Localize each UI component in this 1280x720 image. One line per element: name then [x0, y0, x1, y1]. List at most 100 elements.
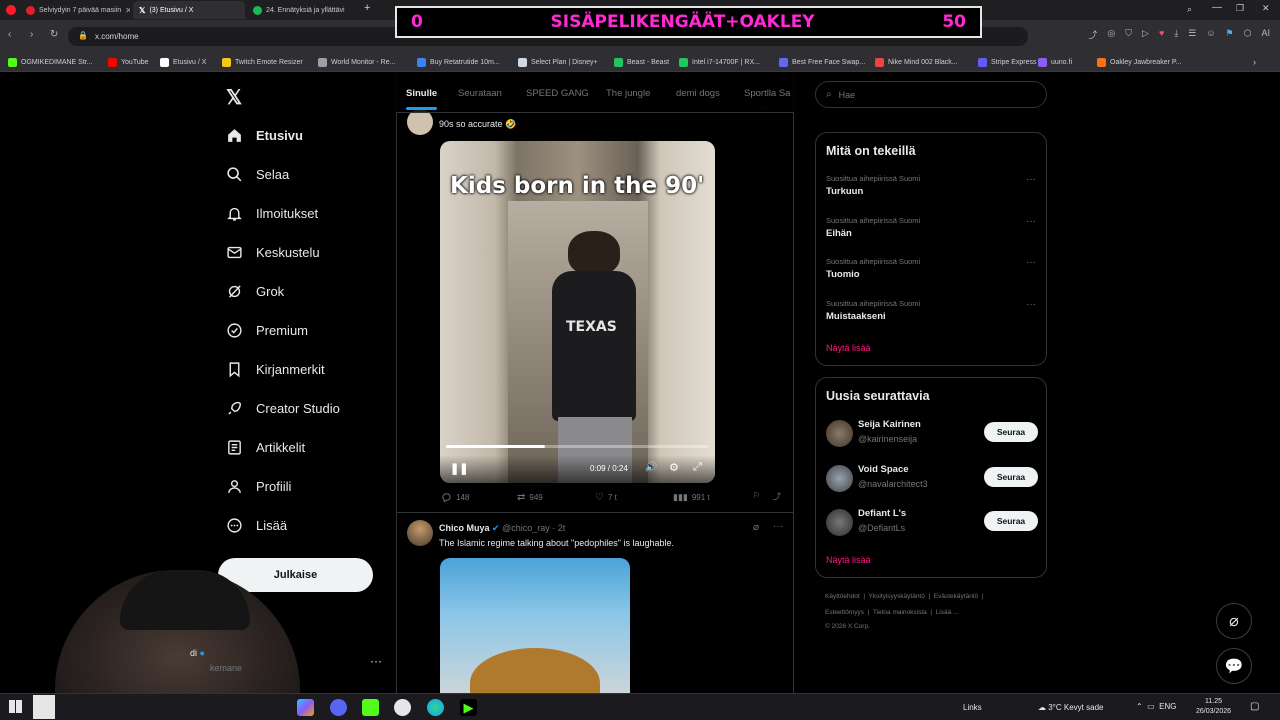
tray-icons[interactable]: ⌃ ▭ ENG — [1136, 702, 1177, 711]
like-button[interactable]: ♡ 7 t — [595, 492, 617, 503]
pause-icon[interactable]: ❚❚ — [450, 462, 468, 475]
timeline-tab[interactable]: The jungle — [606, 88, 650, 99]
edge-icon[interactable] — [427, 699, 444, 716]
trending-show-more[interactable]: Näytä lisää — [826, 343, 871, 353]
back-icon[interactable]: ‹ — [8, 29, 11, 40]
weather[interactable]: ☁ 3°C Kevyt sade — [1038, 703, 1103, 712]
notification-icon[interactable]: ▢ — [1250, 701, 1259, 712]
bookmark-item[interactable]: World Monitor - Re... — [318, 54, 395, 70]
ai-icon[interactable]: AI — [1261, 28, 1270, 41]
clock[interactable]: 11.25 26/03/2026 — [1196, 697, 1231, 717]
footer-link[interactable]: Evästekäytäntö — [934, 593, 978, 600]
nav-item-grok[interactable]: Grok — [226, 283, 284, 300]
volume-icon[interactable]: 🔊 — [645, 462, 657, 473]
links-toolbar[interactable]: Links — [963, 703, 982, 712]
bookmark-item[interactable]: Select Plan | Disney+ — [518, 54, 598, 70]
grok-fab[interactable]: ⌀ — [1216, 603, 1252, 639]
share-button[interactable]: ⤴ — [773, 491, 781, 502]
author-handle[interactable]: @chico_ray — [502, 523, 550, 533]
nav-item-premium[interactable]: Premium — [226, 322, 308, 339]
opera-logo-icon[interactable] — [6, 5, 16, 15]
timeline-tab[interactable]: Sinulle — [406, 88, 438, 110]
follow-button[interactable]: Seuraa — [984, 422, 1038, 442]
footer-link[interactable]: Käyttöehdot — [825, 593, 860, 600]
follow-item[interactable]: Seija Kairinen @kairinenseija Seuraa — [826, 418, 1038, 452]
follow-item[interactable]: Defiant L's @DefiantLs Seuraa — [826, 507, 1038, 541]
nav-item-etusivu[interactable]: Etusivu — [226, 127, 303, 144]
bookmark-item[interactable]: uuno.fi — [1038, 54, 1072, 70]
timeline-tab[interactable]: demi dogs — [676, 88, 720, 99]
heart-icon[interactable]: ♥ — [1159, 28, 1164, 41]
trend-item[interactable]: Suosittua aihepiirissä Suomi Turkuun ··· — [826, 174, 1036, 197]
footer-link[interactable]: Tietoa mainoksista — [873, 609, 927, 616]
account-more-icon[interactable]: ··· — [370, 654, 382, 668]
follow-item[interactable]: Void Space @navalarchitect3 Seuraa — [826, 463, 1038, 497]
follow-button[interactable]: Seuraa — [984, 466, 1038, 487]
repost-button[interactable]: ⇄ 949 — [517, 492, 543, 503]
bookmark-item[interactable]: Etusivu / X — [160, 54, 206, 70]
play-app-icon[interactable]: ▶ — [460, 699, 477, 716]
bookmark-item[interactable]: Twitch Emote Resizer — [222, 54, 303, 70]
bookmark-item[interactable]: Buy Retatrutide 10m... — [417, 54, 500, 70]
shield-icon[interactable]: ⛉ — [1125, 28, 1132, 41]
grok-icon[interactable]: ⌀ — [753, 522, 759, 533]
video-player[interactable]: TEXAS Kids born in the 90' ❚❚ 0:09 / 0:2… — [440, 141, 715, 483]
avatar[interactable] — [826, 509, 853, 536]
bookmarks-more-icon[interactable]: › — [1253, 54, 1256, 70]
bookmark-item[interactable]: Nike Mind 002 Black... — [875, 54, 958, 70]
close-icon[interactable]: ✕ — [125, 6, 130, 15]
nav-item-selaa[interactable]: Selaa — [226, 166, 289, 183]
close-window-icon[interactable]: ✕ — [1262, 3, 1270, 14]
settings-icon[interactable]: ⚙ — [669, 461, 679, 474]
bookmark-item[interactable]: Stripe Express — [978, 54, 1037, 70]
minimize-icon[interactable]: — — [1212, 2, 1222, 13]
messages-fab[interactable]: 💬 — [1216, 648, 1252, 684]
fullscreen-icon[interactable]: ⤢ — [693, 461, 702, 474]
extension-icon[interactable]: ⚑ — [1226, 28, 1234, 41]
taskbar-search-icon[interactable] — [33, 695, 55, 719]
browser-tab-1[interactable]: Selviydyin 7 päivää masiin ✕ — [20, 1, 130, 19]
bookmark-item[interactable]: OGMIKEDIMANE Str... — [8, 54, 93, 70]
new-tab-button[interactable]: + — [364, 2, 370, 14]
download-icon[interactable]: ⤓ — [1174, 28, 1178, 41]
windows-start-icon[interactable] — [9, 700, 22, 713]
footer-link[interactable]: Esteettömyys — [825, 609, 864, 616]
camera-icon[interactable]: ◎ — [1107, 28, 1115, 41]
play-icon[interactable]: ▷ — [1142, 28, 1149, 41]
avatar[interactable] — [826, 420, 853, 447]
app-icon[interactable] — [394, 699, 411, 716]
post-image[interactable] — [440, 558, 630, 693]
post-time[interactable]: 2t — [558, 523, 566, 533]
search-tabs-icon[interactable]: ⌕ — [1187, 4, 1192, 15]
search-input[interactable]: ⌕ Hae — [815, 81, 1047, 108]
nav-item-profiili[interactable]: Profiili — [226, 478, 291, 495]
profile-icon[interactable]: ☺ — [1206, 28, 1215, 41]
nav-item-keskustelu[interactable]: Keskustelu — [226, 244, 320, 261]
bookmark-item[interactable]: Beast - Beast — [614, 54, 669, 70]
reload-icon[interactable]: ↻ — [50, 29, 58, 40]
reply-button[interactable]: 148 — [441, 492, 469, 503]
timeline-tab[interactable]: Seurataan — [458, 88, 502, 99]
trend-item[interactable]: Suosittua aihepiirissä Suomi Tuomio ··· — [826, 257, 1036, 280]
author-name[interactable]: Chico Muya — [439, 523, 490, 533]
views-button[interactable]: ▮▮▮ 991 t — [673, 492, 710, 503]
trend-item[interactable]: Suosittua aihepiirissä Suomi Eihän ··· — [826, 216, 1036, 239]
copilot-icon[interactable] — [297, 699, 314, 716]
share-icon[interactable]: ⤴ — [1088, 28, 1097, 41]
post-more-icon[interactable]: ··· — [773, 521, 783, 532]
discord-icon[interactable] — [330, 699, 347, 716]
video-progress-track[interactable] — [446, 445, 709, 448]
x-logo-icon[interactable]: 𝕏 — [226, 85, 242, 110]
bookmark-item[interactable]: YouTube — [108, 54, 149, 70]
forward-icon[interactable]: › — [30, 29, 33, 40]
nav-item-kirjanmerkit[interactable]: Kirjanmerkit — [226, 361, 325, 378]
bookmark-item[interactable]: Intel i7-14700F | RX... — [679, 54, 760, 70]
trend-more-icon[interactable]: ··· — [1026, 257, 1036, 268]
trend-more-icon[interactable]: ··· — [1026, 174, 1036, 185]
timeline-tab[interactable]: Sportlla Sa — [744, 88, 790, 99]
avatar[interactable] — [407, 520, 433, 546]
footer-link[interactable]: Lisää ... — [936, 609, 959, 616]
cube-icon[interactable]: ⬡ — [1244, 28, 1252, 41]
footer-link[interactable]: Yksityisyyskäytäntö — [869, 593, 925, 600]
kick-icon[interactable] — [362, 699, 379, 716]
